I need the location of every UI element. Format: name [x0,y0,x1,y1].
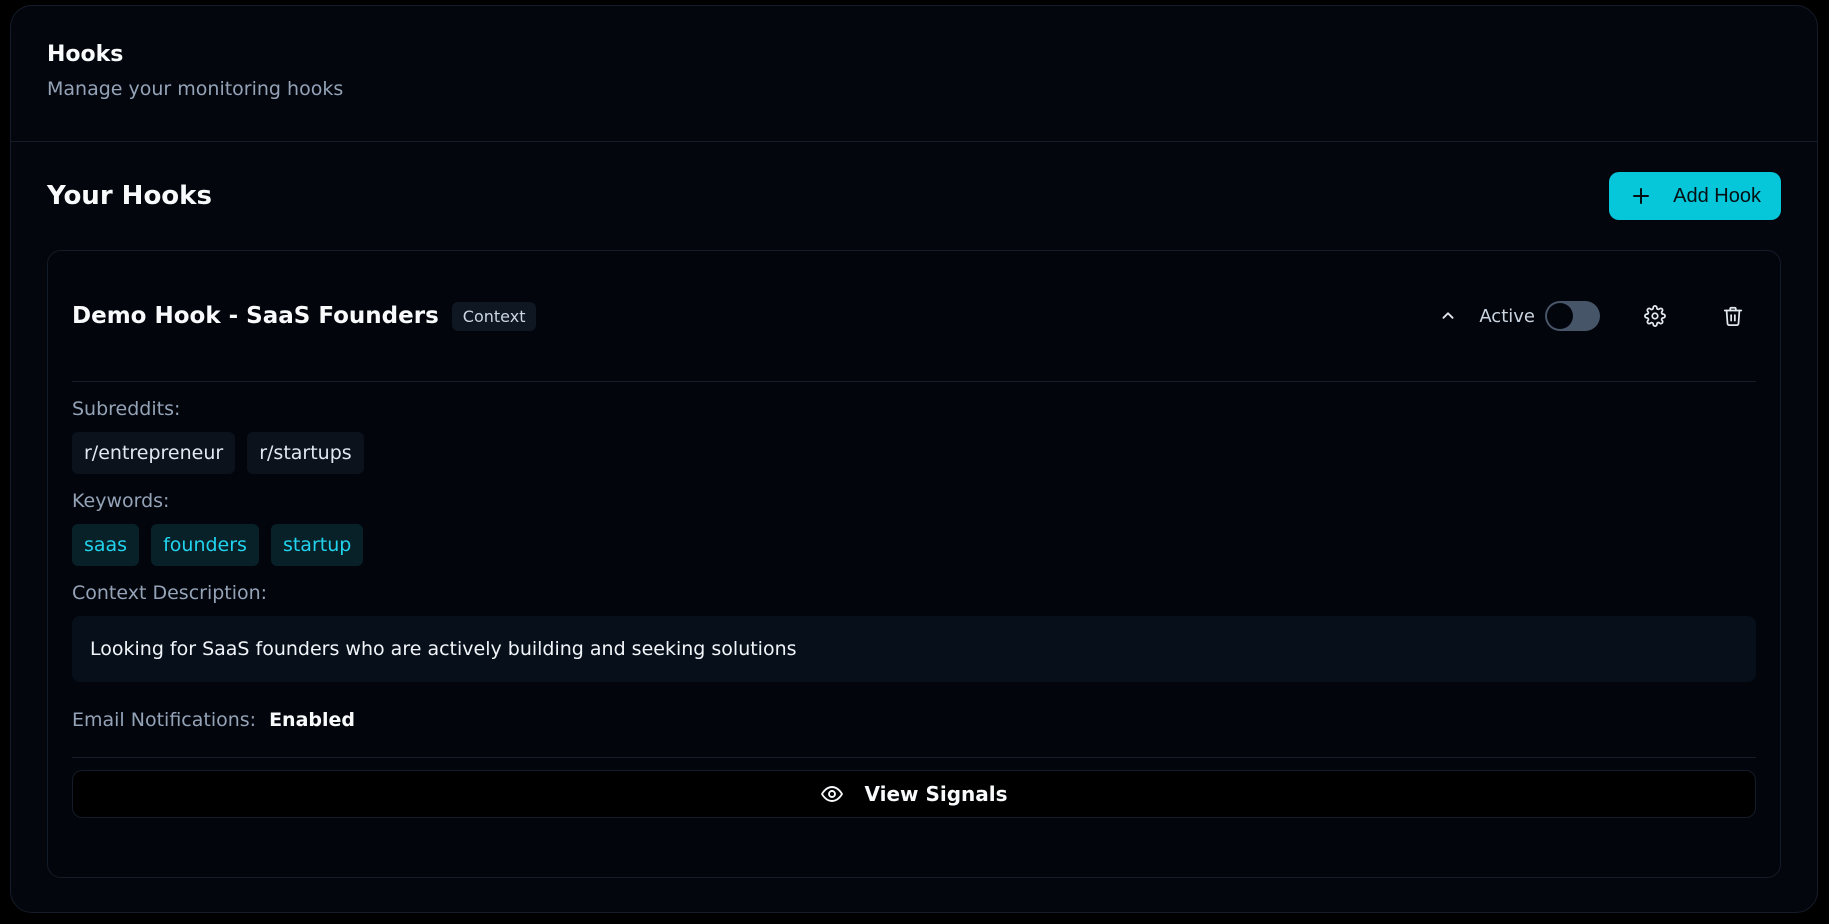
context-label: Context Description: [72,582,268,604]
view-signals-label: View Signals [864,782,1008,806]
collapse-button[interactable] [1429,297,1467,335]
keywords-field: Keywords: saas founders startup [72,488,1756,566]
context-description: Looking for SaaS founders who are active… [72,616,1756,682]
add-hook-label: Add Hook [1673,184,1761,207]
page-header: Hooks Manage your monitoring hooks [11,6,1817,142]
subreddits-list: r/entrepreneur r/startups [72,432,1756,474]
subreddit-chip: r/startups [247,432,364,474]
keyword-chip: founders [151,524,259,566]
gear-icon [1644,305,1666,327]
email-notifications-label: Email Notifications: [72,708,257,731]
hook-name: Demo Hook - SaaS Founders [72,303,439,329]
keyword-chip: saas [72,524,140,566]
chevron-up-icon [1442,312,1454,319]
context-field: Context Description: Looking for SaaS fo… [72,580,1756,682]
trash-icon [1723,306,1743,327]
plus-icon [1631,186,1651,206]
email-notifications-row: Email Notifications: Enabled [72,682,1756,758]
hook-card-header: Demo Hook - SaaS Founders Context Active [72,251,1756,382]
keywords-label: Keywords: [72,490,170,512]
subreddits-label: Subreddits: [72,398,181,420]
keywords-list: saas founders startup [72,524,1756,566]
eye-icon [821,786,844,802]
subreddit-chip: r/entrepreneur [72,432,236,474]
active-label: Active [1479,305,1535,327]
hook-card: Demo Hook - SaaS Founders Context Active [47,250,1781,878]
hook-type-badge: Context [451,301,537,331]
active-toggle[interactable] [1545,301,1600,331]
hook-title-group: Demo Hook - SaaS Founders Context [72,301,537,331]
section-bar: Your Hooks Add Hook [47,142,1781,250]
page-subtitle: Manage your monitoring hooks [47,78,344,100]
hook-actions: Active [1429,297,1756,335]
settings-button[interactable] [1636,297,1674,335]
hooks-panel: Hooks Manage your monitoring hooks Your … [10,5,1818,913]
subreddits-field: Subreddits: r/entrepreneur r/startups [72,396,1756,474]
add-hook-button[interactable]: Add Hook [1609,172,1781,220]
email-notifications-value: Enabled [269,708,356,731]
page-title: Hooks [47,42,124,67]
delete-button[interactable] [1714,297,1752,335]
toggle-knob [1547,303,1573,329]
section-title: Your Hooks [47,181,212,211]
view-signals-button[interactable]: View Signals [72,770,1756,818]
keyword-chip: startup [270,524,364,566]
hooks-section: Your Hooks Add Hook Demo Hook - SaaS Fou… [11,142,1817,878]
